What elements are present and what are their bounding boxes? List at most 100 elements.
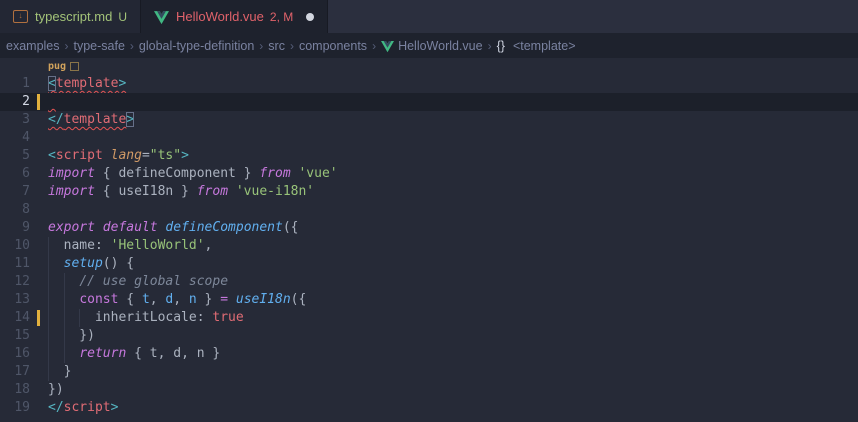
gutter[interactable]: 13 [0, 291, 48, 309]
token [48, 256, 64, 271]
code-line[interactable]: 6import { defineComponent } from 'vue' [0, 165, 858, 183]
breadcrumb-item-type-safe[interactable]: type-safe [72, 39, 127, 53]
code-editor[interactable]: pug 1<template>2 3</template>45<script l… [0, 58, 858, 417]
gutter[interactable]: 8 [0, 201, 48, 219]
gutter[interactable]: 4 [0, 129, 48, 147]
token: const [79, 292, 118, 307]
token: from [259, 166, 290, 181]
gutter[interactable]: 1 [0, 75, 48, 93]
code-line[interactable]: 12 // use global scope [0, 273, 858, 291]
line-number[interactable]: 16 [0, 345, 30, 363]
tab-HelloWorld.vue[interactable]: HelloWorld.vue2, M [141, 0, 328, 33]
token: () { [103, 256, 134, 271]
token: 'vue' [298, 166, 337, 181]
line-number[interactable]: 9 [0, 219, 30, 237]
breadcrumb: examples›type-safe›global-type-definitio… [0, 33, 858, 58]
breadcrumb-item-global-type-definition[interactable]: global-type-definition [137, 39, 256, 53]
gutter[interactable]: 15 [0, 327, 48, 345]
code-line[interactable]: 17 } [0, 363, 858, 381]
code-line[interactable]: 2 [0, 93, 858, 111]
git-modified-marker[interactable] [37, 94, 40, 110]
line-number[interactable]: 3 [0, 111, 30, 129]
line-number[interactable]: 6 [0, 165, 30, 183]
gutter[interactable]: 10 [0, 237, 48, 255]
gutter[interactable]: 2 [0, 93, 48, 111]
line-number[interactable]: 2 [0, 93, 30, 111]
breadcrumb-item-template[interactable]: {}<template> [495, 39, 578, 53]
breadcrumb-item-components[interactable]: components [297, 39, 369, 53]
code-line[interactable]: 5<script lang="ts"> [0, 147, 858, 165]
code-line[interactable]: 15 }) [0, 327, 858, 345]
breadcrumb-label: <template> [513, 39, 576, 53]
code-line-content: const { t, d, n } = useI18n({ [48, 291, 858, 309]
line-number[interactable]: 10 [0, 237, 30, 255]
breadcrumb-item-examples[interactable]: examples [4, 39, 62, 53]
token: > [126, 112, 134, 127]
tab-label: HelloWorld.vue [176, 9, 264, 24]
gutter[interactable]: 3 [0, 111, 48, 129]
code-line[interactable]: 9 export default defineComponent({ [0, 219, 858, 237]
code-line[interactable]: 19</script> [0, 399, 858, 417]
token: { useI18n } [95, 184, 197, 199]
code-line[interactable]: 10 name: 'HelloWorld', [0, 237, 858, 255]
token: script [64, 400, 111, 415]
token: from [197, 184, 228, 199]
token: , [150, 292, 166, 307]
line-number[interactable]: 1 [0, 75, 30, 93]
token: = [220, 292, 228, 307]
git-modified-marker[interactable] [37, 310, 40, 326]
token: useI18n [236, 292, 291, 307]
line-number[interactable]: 12 [0, 273, 30, 291]
code-line[interactable]: 7import { useI18n } from 'vue-i18n' [0, 183, 858, 201]
code-line[interactable]: 16 return { t, d, n } [0, 345, 858, 363]
code-line[interactable]: 4 [0, 129, 858, 147]
gutter[interactable]: 11 [0, 255, 48, 273]
token: { defineComponent } [95, 166, 259, 181]
tab-badge: U [118, 10, 127, 24]
code-line-content: export default defineComponent({ [48, 219, 858, 237]
breadcrumb-separator: › [369, 39, 379, 53]
breadcrumb-separator: › [256, 39, 266, 53]
gutter[interactable]: 16 [0, 345, 48, 363]
breadcrumb-item-HelloWorld.vue[interactable]: HelloWorld.vue [379, 39, 485, 53]
tab-typescript.md[interactable]: ↓typescript.mdU [0, 0, 141, 33]
code-line-content: setup() { [48, 255, 858, 273]
indent-guide [64, 291, 65, 309]
line-number[interactable]: 4 [0, 129, 30, 147]
vue-icon [154, 10, 169, 25]
line-number[interactable]: 19 [0, 399, 30, 417]
breadcrumb-label: examples [6, 39, 60, 53]
line-number[interactable]: 18 [0, 381, 30, 399]
code-line[interactable]: 13 const { t, d, n } = useI18n({ [0, 291, 858, 309]
gutter[interactable]: 17 [0, 363, 48, 381]
breadcrumb-label: HelloWorld.vue [398, 39, 483, 53]
code-line[interactable]: 1<template> [0, 75, 858, 93]
line-number[interactable]: 14 [0, 309, 30, 327]
gutter[interactable]: 5 [0, 147, 48, 165]
line-number[interactable]: 13 [0, 291, 30, 309]
line-number[interactable]: 7 [0, 183, 30, 201]
gutter[interactable]: 6 [0, 165, 48, 183]
code-line[interactable]: 8 [0, 201, 858, 219]
code-line[interactable]: 11 setup() { [0, 255, 858, 273]
code-line[interactable]: 14 inheritLocale: true [0, 309, 858, 327]
line-number[interactable]: 15 [0, 327, 30, 345]
gutter[interactable]: 7 [0, 183, 48, 201]
token: return [79, 346, 126, 361]
unsaved-changes-dot[interactable] [306, 13, 314, 21]
code-line[interactable]: 18}) [0, 381, 858, 399]
gutter[interactable]: 12 [0, 273, 48, 291]
code-line[interactable]: 3</template> [0, 111, 858, 129]
line-number[interactable]: 8 [0, 201, 30, 219]
line-number[interactable]: 17 [0, 363, 30, 381]
vue-icon [154, 10, 169, 24]
token: ({ [283, 220, 299, 235]
gutter[interactable]: 14 [0, 309, 48, 327]
line-number[interactable]: 11 [0, 255, 30, 273]
template-language-mode-button[interactable]: pug [48, 58, 66, 75]
gutter[interactable]: 9 [0, 219, 48, 237]
gutter[interactable]: 18 [0, 381, 48, 399]
breadcrumb-item-src[interactable]: src [266, 39, 287, 53]
gutter[interactable]: 19 [0, 399, 48, 417]
line-number[interactable]: 5 [0, 147, 30, 165]
